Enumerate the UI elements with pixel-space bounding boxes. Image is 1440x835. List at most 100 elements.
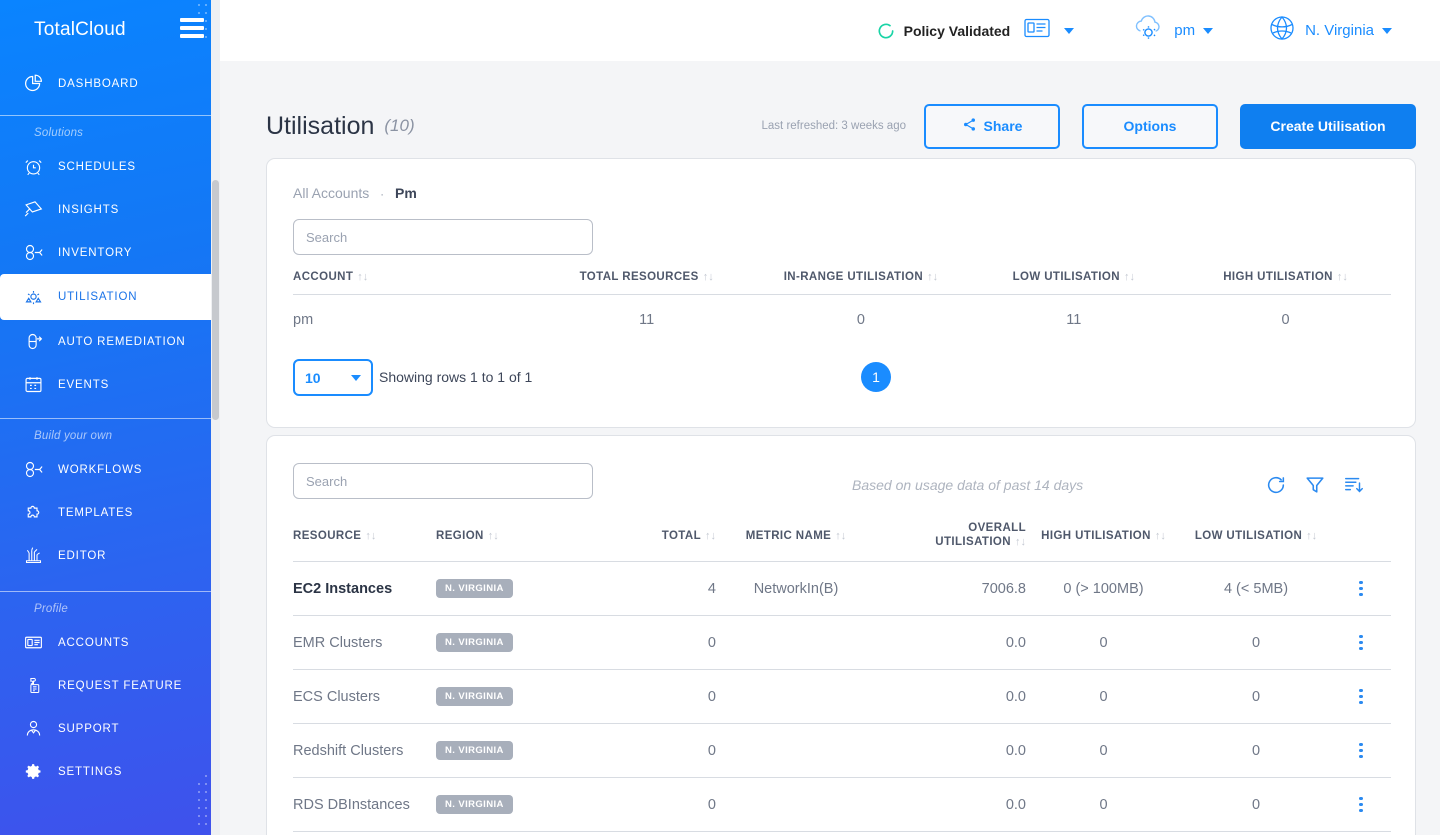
sidebar-item-label: INSIGHTS <box>58 203 120 216</box>
cell-low-utilisation[interactable]: 0 <box>1181 723 1331 778</box>
sidebar-item-workflows[interactable]: WORKFLOWS <box>0 448 216 491</box>
sidebar-item-inventory[interactable]: INVENTORY <box>0 231 216 274</box>
cell-low-utilisation[interactable]: 0 <box>1181 777 1331 832</box>
table-row[interactable]: pm 11 0 11 0 <box>293 294 1391 345</box>
create-utilisation-button[interactable]: Create Utilisation <box>1240 103 1416 149</box>
sidebar-item-auto-remediation[interactable]: AUTO REMEDIATION <box>0 320 216 363</box>
sidebar-item-editor[interactable]: EDITOR <box>0 534 216 577</box>
cell-overall-utilisation[interactable]: 0.0 <box>876 723 1026 778</box>
col-total[interactable]: TOTAL ↑↓ <box>606 521 716 562</box>
cell-resource-name[interactable]: ECS Clusters <box>293 689 380 705</box>
cell-account[interactable]: pm <box>293 294 539 345</box>
table-row[interactable]: EC2 Instances N. VIRGINIA 4 NetworkIn(B) 700… <box>293 561 1391 616</box>
hamburger-icon[interactable] <box>180 18 204 38</box>
cell-overall-utilisation[interactable]: 7006.8 <box>876 561 1026 616</box>
cell-overall-utilisation[interactable]: 0.0 <box>876 777 1026 832</box>
refresh-icon[interactable] <box>1265 474 1287 496</box>
sidebar-item-accounts[interactable]: ACCOUNTS <box>0 621 216 664</box>
kebab-menu-icon[interactable] <box>1331 634 1391 651</box>
kebab-menu-icon[interactable] <box>1331 580 1391 597</box>
col-high-utilisation[interactable]: HIGH UTILISATION ↑↓ <box>1026 521 1181 562</box>
cell-total[interactable]: 4 <box>606 561 716 616</box>
kebab-menu-icon[interactable] <box>1331 742 1391 759</box>
cell-high-utilisation[interactable]: 0 <box>1026 669 1181 724</box>
col-region[interactable]: REGION ↑↓ <box>436 521 606 562</box>
policy-status-group[interactable]: Policy Validated <box>876 18 1075 43</box>
table-row[interactable]: EMR Clusters N. VIRGINIA 0 0.0 0 0 <box>293 615 1391 670</box>
cell-total[interactable]: 0 <box>606 831 716 835</box>
col-overall-utilisation[interactable]: OVERALL UTILISATION ↑↓ <box>876 521 1026 562</box>
cell-overall-utilisation[interactable]: 0.0 <box>876 831 1026 835</box>
cell-high-utilisation[interactable]: 0 <box>1026 777 1181 832</box>
col-resource[interactable]: RESOURCE ↑↓ <box>293 521 436 562</box>
kebab-menu-icon[interactable] <box>1331 688 1391 705</box>
sidebar-item-settings[interactable]: SETTINGS <box>0 750 216 793</box>
cell-resource-name[interactable]: EMR Clusters <box>293 635 382 651</box>
breadcrumb-all-accounts[interactable]: All Accounts <box>293 185 369 201</box>
col-low-utilisation[interactable]: LOW UTILISATION ↑↓ <box>1181 521 1331 562</box>
chevron-down-icon[interactable] <box>1064 27 1075 34</box>
col-low-utilisation[interactable]: LOW UTILISATION ↑↓ <box>967 271 1180 295</box>
id-card-icon[interactable] <box>1024 18 1050 43</box>
filter-funnel-icon[interactable] <box>1304 474 1326 496</box>
page-header: Utilisation (10) Last refreshed: 3 weeks… <box>266 100 1416 152</box>
sidebar-item-request-feature[interactable]: REQUEST FEATURE <box>0 664 216 707</box>
pagination-page-1[interactable]: 1 <box>861 362 891 392</box>
cell-resource-name[interactable]: Redshift Clusters <box>293 743 403 759</box>
resources-search-box[interactable] <box>293 463 593 499</box>
options-button[interactable]: Options <box>1082 103 1218 149</box>
sidebar-item-dashboard[interactable]: DASHBOARD <box>0 62 216 105</box>
cell-high-utilisation[interactable]: 0 <box>1026 615 1181 670</box>
col-total-resources[interactable]: TOTAL RESOURCES ↑↓ <box>539 271 754 295</box>
cell-high-utilisation[interactable]: 0 <box>1026 831 1181 835</box>
cell-low-utilisation[interactable]: 0 <box>1181 669 1331 724</box>
cell-total[interactable]: 0 <box>606 615 716 670</box>
table-row[interactable]: Redshift Clusters N. VIRGINIA 0 0.0 0 0 <box>293 723 1391 778</box>
accounts-search-box[interactable] <box>293 219 593 255</box>
cell-low-utilisation[interactable]: 0 <box>1181 615 1331 670</box>
page-scrollbar-thumb[interactable] <box>212 180 219 420</box>
cell-overall-utilisation[interactable]: 0.0 <box>876 669 1026 724</box>
region-selector[interactable]: N. Virginia <box>1267 13 1392 48</box>
col-in-range-utilisation[interactable]: IN-RANGE UTILISATION ↑↓ <box>754 271 967 295</box>
cell-metric-name <box>716 669 876 724</box>
sidebar-item-utilisation[interactable]: UTILISATION <box>0 274 216 320</box>
sidebar-item-label: INVENTORY <box>58 246 133 259</box>
cell-total[interactable]: 0 <box>606 669 716 724</box>
col-account[interactable]: ACCOUNT ↑↓ <box>293 271 539 295</box>
cell-low-utilisation[interactable]: 4 (< 5MB) <box>1181 561 1331 616</box>
share-button[interactable]: Share <box>924 103 1060 149</box>
resources-search-input[interactable] <box>294 464 592 498</box>
cell-high-utilisation[interactable]: 0 <box>1026 723 1181 778</box>
last-refreshed-text: Last refreshed: 3 weeks ago <box>761 120 906 132</box>
accounts-search-input[interactable] <box>294 220 592 254</box>
cell-resource-name[interactable]: EC2 Instances <box>293 581 392 597</box>
account-selector[interactable]: pm <box>1132 14 1214 47</box>
cell-high-utilisation[interactable]: 0 (> 100MB) <box>1026 561 1181 616</box>
page-size-value: 10 <box>305 369 321 386</box>
table-row[interactable]: Elasticsearch ClustersN. VIRGINIA00.000 <box>293 831 1391 835</box>
table-row[interactable]: RDS DBInstances N. VIRGINIA 0 0.0 0 0 <box>293 777 1391 832</box>
chevron-down-icon[interactable] <box>1203 27 1214 34</box>
sidebar-item-label: DASHBOARD <box>58 77 139 90</box>
page-size-select[interactable]: 10 <box>293 359 373 396</box>
col-high-utilisation[interactable]: HIGH UTILISATION ↑↓ <box>1180 271 1391 295</box>
table-row[interactable]: ECS Clusters N. VIRGINIA 0 0.0 0 0 <box>293 669 1391 724</box>
cell-low-utilisation: 11 <box>967 294 1181 345</box>
cell-total[interactable]: 0 <box>606 723 716 778</box>
sort-descending-icon[interactable] <box>1343 474 1365 496</box>
cell-low-utilisation[interactable]: 0 <box>1181 831 1331 835</box>
sidebar-item-support[interactable]: SUPPORT <box>0 707 216 750</box>
cell-total[interactable]: 0 <box>606 777 716 832</box>
chevron-down-icon[interactable] <box>1382 27 1392 34</box>
sidebar-item-templates[interactable]: TEMPLATES <box>0 491 216 534</box>
kebab-menu-icon[interactable] <box>1331 796 1391 813</box>
sidebar-item-schedules[interactable]: SCHEDULES <box>0 145 216 188</box>
sidebar-brand-row: TotalCloud <box>0 0 216 60</box>
pie-chart-icon <box>22 73 44 95</box>
cell-overall-utilisation[interactable]: 0.0 <box>876 615 1026 670</box>
cell-resource-name[interactable]: RDS DBInstances <box>293 797 410 813</box>
sidebar-item-events[interactable]: EVENTS <box>0 363 216 406</box>
col-metric-name[interactable]: METRIC NAME ↑↓ <box>716 521 876 562</box>
sidebar-item-insights[interactable]: INSIGHTS <box>0 188 216 231</box>
